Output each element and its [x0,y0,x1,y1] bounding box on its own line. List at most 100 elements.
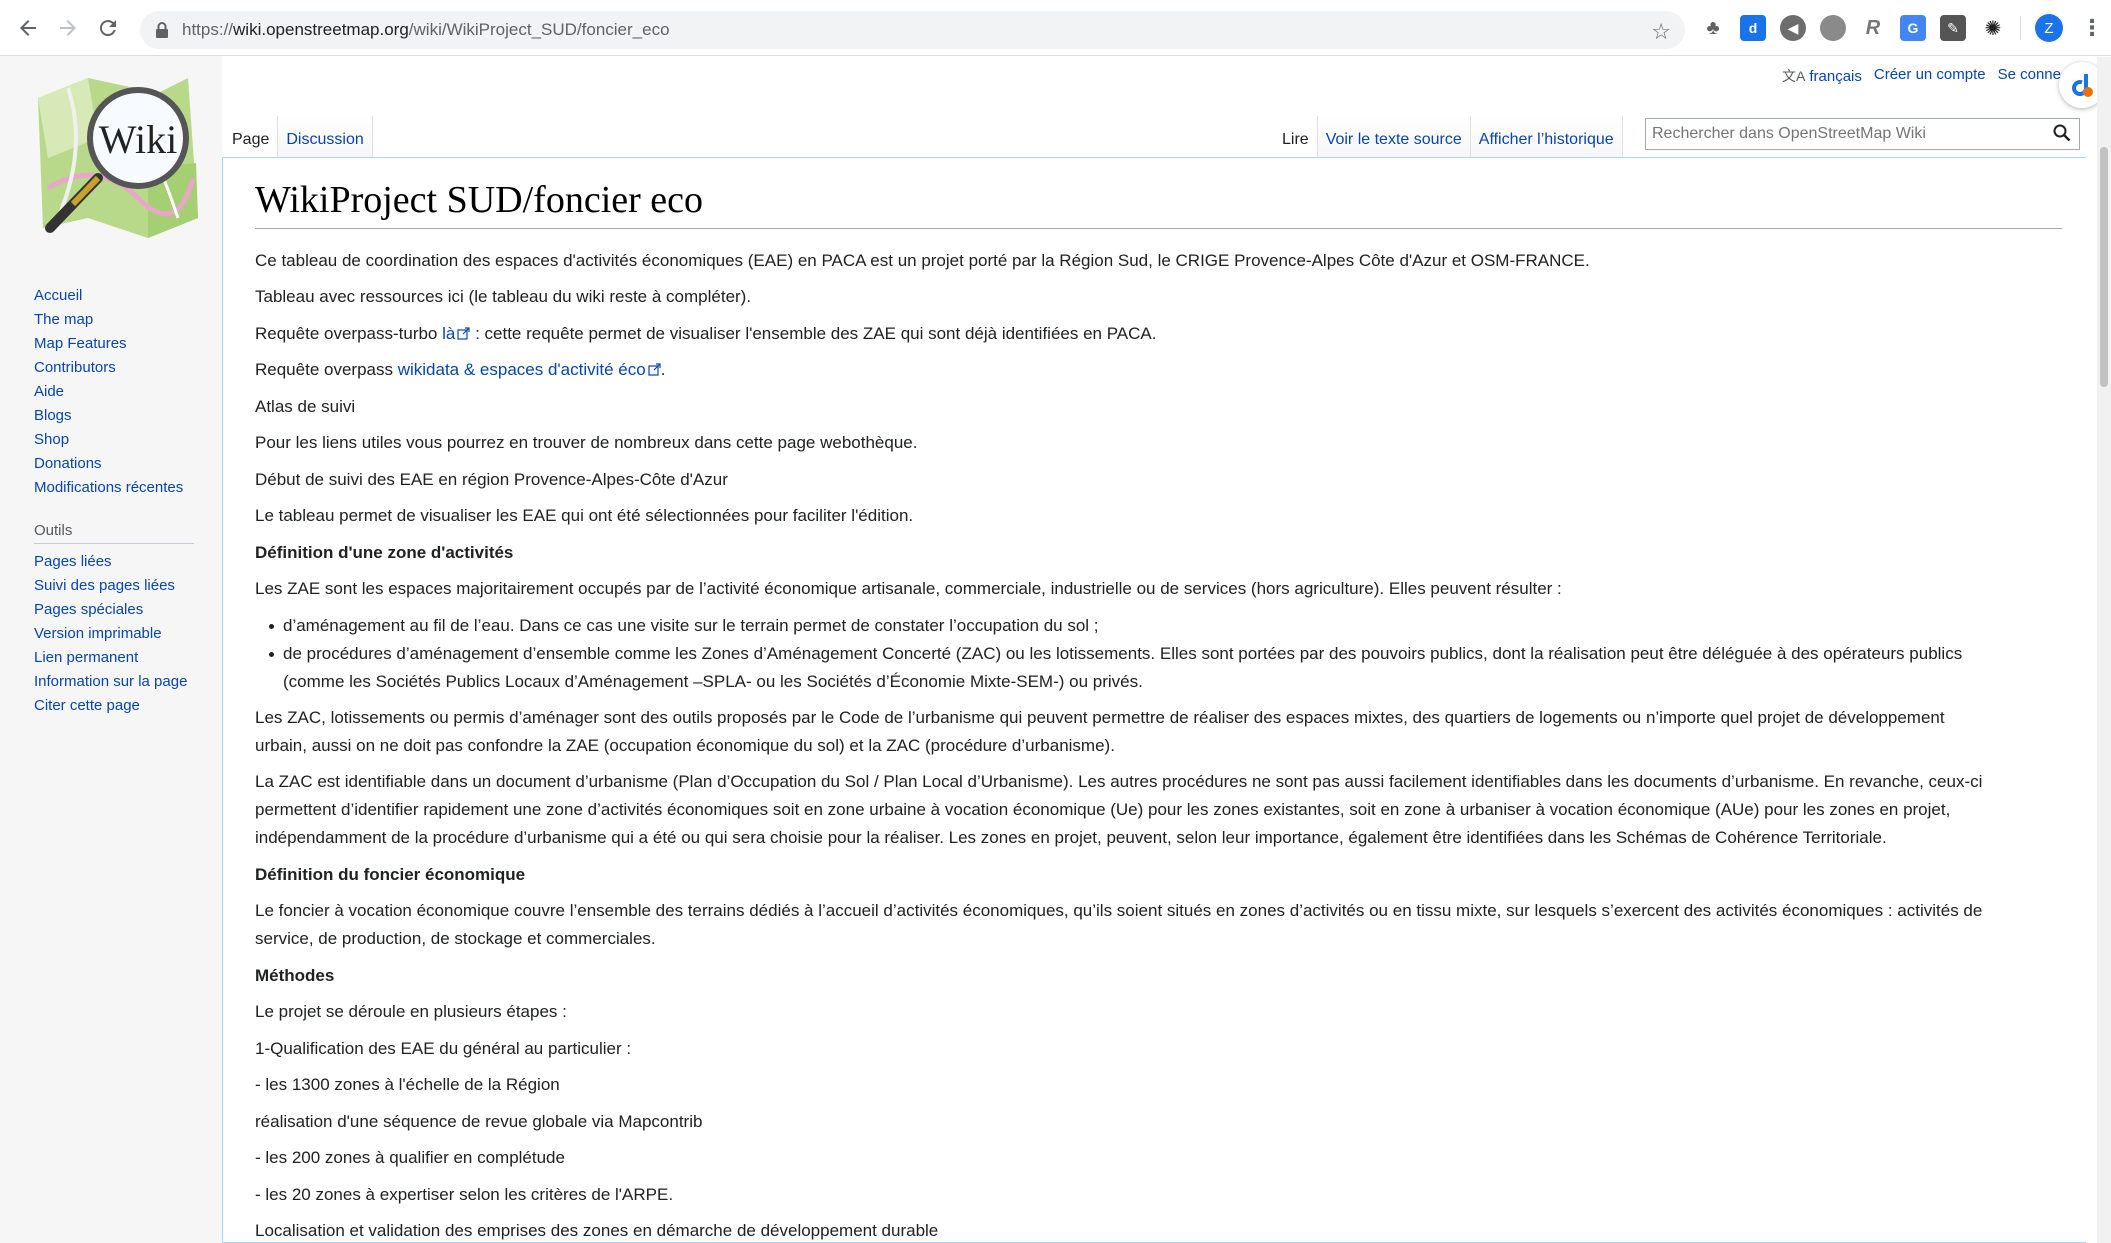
sidebar-item-blogs[interactable]: Blogs [34,404,183,428]
menu-kebab-icon[interactable]: ⋮ [2081,15,2103,41]
paragraph-1300-zones: - les 1300 zones à l'échelle de la Régio… [255,1075,560,1095]
extension-circle-icon[interactable]: ◀ [1780,15,1806,41]
sidebar-item-page-information[interactable]: Information sur la page [34,670,194,694]
paragraph-zae-definition: Les ZAE sont les espaces majoritairement… [255,579,1562,599]
tab-discussion[interactable]: Discussion [278,116,373,157]
heading-methodes: Méthodes [255,965,335,985]
back-button[interactable] [8,8,48,48]
paragraph-200-zones: - les 200 zones à qualifier en complétud… [255,1148,565,1168]
lock-icon [156,22,168,38]
sidebar-item-related-changes[interactable]: Suivi des pages liées [34,574,194,598]
paragraph-overpass-turbo: Requête overpass-turbo là : cette requêt… [255,320,2062,348]
search-input[interactable] [1652,125,2032,143]
extension-d-icon [2072,74,2093,97]
list-item: d’aménagement au fil de l’eau. Dans ce c… [269,612,2062,640]
sidebar-item-special-pages[interactable]: Pages spéciales [34,598,194,622]
paragraph-table-visualize: Le tableau permet de visualiser les EAE … [255,506,914,526]
paragraph-monitoring-start: Début de suivi des EAE en région Provenc… [255,469,728,489]
sidebar-item-cite-page[interactable]: Citer cette page [34,694,194,718]
tab-read[interactable]: Lire [1274,116,1318,157]
wikidata-link[interactable]: wikidata & espaces d'activité éco [398,360,661,379]
sidebar: Wiki Accueil The map Map Features Contri… [0,56,222,1243]
external-link-icon [457,326,470,340]
sidebar-item-map-features[interactable]: Map Features [34,332,183,356]
heading-zone-definition: Définition d'une zone d'activités [255,542,514,562]
extension-grey-icon[interactable] [1820,15,1846,41]
sidebar-item-permanent-link[interactable]: Lien permanent [34,646,194,670]
url-host: wiki.openstreetmap.org [233,20,409,39]
paragraph-localisation: Localisation et validation des emprises … [255,1221,939,1241]
extension-r-icon[interactable]: R [1860,15,1886,41]
text: Requête overpass [255,360,398,380]
sidebar-tools: Outils Pages liées Suivi des pages liées… [34,522,194,718]
tab-history[interactable]: Afficher l’historique [1470,116,1623,157]
extension-translate-icon[interactable]: G [1900,15,1926,41]
address-bar[interactable]: https://wiki.openstreetmap.org/wiki/Wiki… [140,11,1685,49]
tools-heading: Outils [34,522,194,544]
text: urbain, aussi on ne doit pas confondre l… [255,735,1115,755]
overpass-turbo-link[interactable]: là [442,324,470,343]
language-icon: 文A [1782,68,1806,84]
paragraph-overpass: Requête overpass wikidata & espaces d'ac… [255,356,2062,384]
logo-text: Wiki [99,117,177,162]
bookmark-star-icon[interactable]: ☆ [1651,19,1671,45]
wiki-search[interactable] [1645,118,2080,150]
text: . [660,360,666,380]
tab-view-source[interactable]: Voir le texte source [1317,116,1471,157]
browser-toolbar: https://wiki.openstreetmap.org/wiki/Wiki… [0,0,2111,56]
text: : cette requête permet de visualiser l'e… [470,323,1157,343]
sidebar-item-aide[interactable]: Aide [34,380,183,404]
sidebar-item-the-map[interactable]: The map [34,308,183,332]
extension-d-icon[interactable]: d [1740,15,1766,41]
scrollbar-thumb[interactable] [2100,147,2108,387]
sidebar-item-contributors[interactable]: Contributors [34,356,183,380]
paragraph-steps: Le projet se déroule en plusieurs étapes… [255,1002,567,1022]
extension-edit-icon[interactable]: ✎ [1940,15,1966,41]
extension-swirl-icon[interactable]: ✺ [1980,15,2006,41]
url-path: /wiki/WikiProject_SUD/foncier_eco [408,20,670,39]
text: de procédures d’aménagement d’ensemble c… [283,643,1963,663]
sidebar-item-donations[interactable]: Donations [34,452,183,476]
text: permettent d’identifier rapidement une z… [255,800,1951,820]
text: La ZAC est identifiable dans un document… [255,772,1983,792]
personal-tools: 文A français Créer un compte Se conne [1782,66,2061,86]
paragraph-20-zones: - les 20 zones à expertiser selon les cr… [255,1184,674,1204]
list-item: de procédures d’aménagement d’ensemble c… [269,640,2062,696]
text: (comme les Sociétés Publics Locaux d’Amé… [283,671,1143,691]
language-link[interactable]: français [1809,68,1862,85]
profile-avatar[interactable]: Z [2035,14,2063,42]
sidebar-item-printable-version[interactable]: Version imprimable [34,622,194,646]
text: service, de production, de stockage et c… [255,929,656,949]
link-text: wikidata & espaces d'activité éco [397,360,646,380]
article-content: WikiProject SUD/foncier eco Ce tableau d… [222,157,2086,1243]
namespace-tabs: Page Discussion [224,116,373,157]
create-account-link[interactable]: Créer un compte [1874,66,1986,86]
forward-button[interactable] [48,8,88,48]
sidebar-item-recent-changes[interactable]: Modifications récentes [34,476,183,500]
link-text: là [442,323,456,343]
reload-icon [99,20,116,37]
toolbar-separator [2020,16,2021,40]
login-link[interactable]: Se conne [1998,66,2061,86]
sidebar-item-shop[interactable]: Shop [34,428,183,452]
sidebar-item-linked-pages[interactable]: Pages liées [34,550,194,574]
paragraph-qualification: 1-Qualification des EAE du général au pa… [255,1038,632,1058]
paragraph-foncier: Le foncier à vocation économique couvre … [255,897,2062,953]
paragraph-zac-tools: Les ZAC, lotissements ou permis d’aménag… [255,704,2062,760]
extensions-bar: ♣ d ◀ R G ✎ ✺ Z ⋮ [1700,14,2103,42]
sidebar-navigation: Accueil The map Map Features Contributor… [34,284,183,500]
extension-tree-icon[interactable]: ♣ [1700,15,1726,41]
heading-foncier-definition: Définition du foncier économique [255,864,526,884]
search-icon[interactable] [2053,124,2071,142]
zae-origin-list: d’aménagement au fil de l’eau. Dans ce c… [269,612,2062,696]
sidebar-item-accueil[interactable]: Accueil [34,284,183,308]
reload-button[interactable] [88,8,128,48]
text: Les ZAC, lotissements ou permis d’aménag… [255,707,1945,727]
osm-wiki-logo[interactable]: Wiki [28,68,198,248]
tab-page[interactable]: Page [224,116,279,157]
text: Requête overpass-turbo [255,323,443,343]
paragraph-zac-identification: La ZAC est identifiable dans un document… [255,768,2062,852]
text: indépendamment de la procédure d’urbanis… [255,828,1887,848]
page-scrollbar[interactable] [2097,57,2111,1243]
paragraph-mapcontrib: réalisation d'une séquence de revue glob… [255,1111,703,1131]
